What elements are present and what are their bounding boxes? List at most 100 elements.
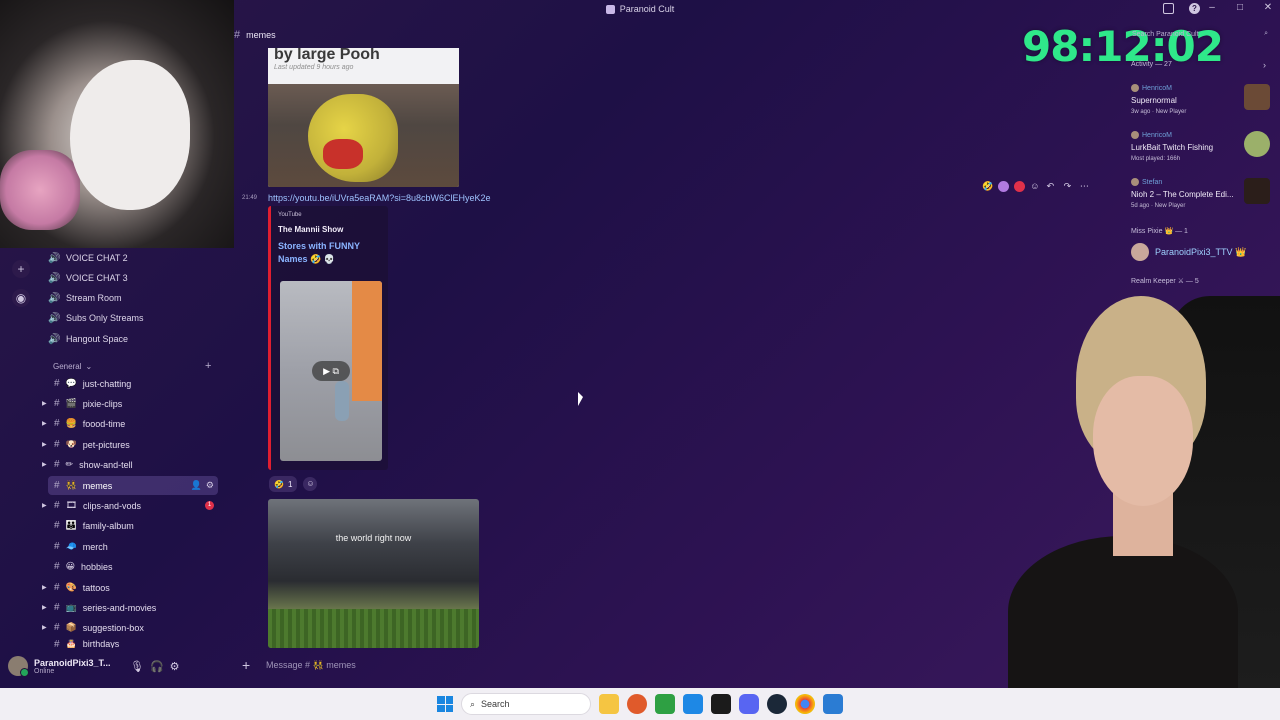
- embed-author[interactable]: The Mannii Show: [278, 225, 380, 234]
- red-heart-icon[interactable]: [1014, 180, 1026, 192]
- hash-icon: #: [54, 439, 60, 450]
- xbox-icon[interactable]: [655, 694, 675, 714]
- notepad-icon[interactable]: [823, 694, 843, 714]
- caret-icon: ▶: [42, 503, 47, 509]
- gear-icon[interactable]: ⚙: [206, 480, 214, 491]
- voice-channel-1[interactable]: 🔊 VOICE CHAT 2: [48, 248, 128, 268]
- user-panel: ParanoidPixi3_T... Online 🎙 🎧 ⚙: [8, 652, 228, 680]
- app-icon[interactable]: [683, 694, 703, 714]
- file-explorer-icon[interactable]: [599, 694, 619, 714]
- role-header: Miss Pixie 👑 — 1: [1131, 228, 1188, 235]
- channel-family-album[interactable]: # 👪 family-album: [48, 516, 218, 535]
- voice-channel-3[interactable]: 🔊 Stream Room: [48, 288, 122, 308]
- message-link[interactable]: https://youtu.be/iUVra5eaRAM?si=8u8cbW6C…: [268, 193, 491, 203]
- channel-pet-pictures[interactable]: ▶ # 🐶 pet-pictures: [42, 435, 218, 454]
- caret-icon: ▶: [42, 585, 47, 591]
- voice-channel-2[interactable]: 🔊 VOICE CHAT 3: [48, 268, 128, 288]
- meme-image[interactable]: the world right now: [268, 499, 479, 648]
- channel-show-and-tell[interactable]: ▶ # ✏ show-and-tell: [42, 455, 218, 474]
- channel-clips-and-vods[interactable]: ▶ # 🎞 clips-and-vods 1: [42, 496, 218, 515]
- channel-merch[interactable]: # 🧢 merch: [48, 537, 218, 556]
- taskbar-search[interactable]: ⌕ Search: [461, 693, 591, 715]
- activity-card[interactable]: HenricoM Supernormal 3w ago · New Player: [1128, 84, 1274, 126]
- article-embed[interactable]: by large Pooh Last updated 9 hours ago: [268, 48, 459, 187]
- add-channel-icon[interactable]: +: [205, 360, 211, 372]
- steam-icon[interactable]: [767, 694, 787, 714]
- user-status: Online: [34, 667, 55, 675]
- meme-caption: the world right now: [335, 533, 412, 543]
- username[interactable]: ParanoidPixi3_T...: [34, 658, 120, 668]
- channel-hobbies[interactable]: # 😀 hobbies: [48, 557, 218, 576]
- category-general[interactable]: General ⌄: [53, 362, 92, 371]
- message-hover-toolbar: 🤣 ☺ ↶ ↷ ⋯: [976, 176, 1104, 196]
- article-updated: Last updated 9 hours ago: [274, 64, 354, 71]
- microphone-icon[interactable]: 🎙: [130, 660, 144, 673]
- composer-placeholder[interactable]: Message # 👯 memes: [266, 660, 356, 671]
- channel-just-chatting[interactable]: # 💬 just-chatting: [48, 374, 218, 393]
- channel-suggestion-box[interactable]: ▶ # 📦 suggestion-box: [42, 618, 218, 637]
- caret-icon: ▶: [42, 442, 47, 448]
- embed-title[interactable]: Stores with FUNNY Names 🤣 💀: [278, 240, 380, 266]
- play-icon[interactable]: ▶ ⧉: [312, 361, 350, 381]
- add-attachment-icon[interactable]: +: [242, 657, 256, 673]
- laugh-reaction-icon[interactable]: 🤣: [982, 181, 993, 192]
- caret-icon: ▶: [42, 462, 47, 468]
- more-icon[interactable]: ⋯: [1078, 181, 1090, 192]
- minimize-icon[interactable]: –: [1206, 2, 1218, 13]
- caret-icon: ▶: [42, 421, 47, 427]
- search-input[interactable]: Search Paranoid Cult ⌕: [1128, 27, 1272, 41]
- help-icon[interactable]: ?: [1189, 3, 1200, 14]
- member-item[interactable]: ParanoidPixi3_TTV 👑: [1131, 243, 1246, 261]
- chrome-icon[interactable]: [795, 694, 815, 714]
- voice-channel-5[interactable]: 🔊 Hangout Space: [48, 329, 128, 349]
- app-icon[interactable]: [627, 694, 647, 714]
- channel-birthdays[interactable]: # 🎂 birthdays: [48, 639, 218, 648]
- gear-icon[interactable]: ⚙: [170, 660, 180, 673]
- game-art: [1244, 178, 1270, 204]
- hash-icon: #: [54, 418, 60, 429]
- discord-icon[interactable]: [739, 694, 759, 714]
- reply-icon[interactable]: ↶: [1044, 181, 1056, 192]
- add-member-icon[interactable]: 👤: [191, 480, 202, 491]
- channel-foood-time[interactable]: ▶ # 🍔 foood-time: [42, 414, 218, 433]
- reaction-chip[interactable]: 🤣 1: [269, 476, 298, 492]
- caret-icon: ▶: [42, 401, 47, 407]
- activity-card[interactable]: HenricoM LurkBait Twitch Fishing Most pl…: [1128, 131, 1274, 173]
- role-header: Realm Keeper ⚔ — 5: [1131, 278, 1199, 285]
- avatar: [1131, 131, 1139, 139]
- add-reaction-icon[interactable]: ☺: [1030, 181, 1039, 191]
- activity-header: Activity — 27: [1131, 61, 1172, 68]
- hash-icon: #: [54, 378, 60, 389]
- add-reaction-icon[interactable]: ☺: [303, 477, 318, 491]
- voice-channel-4[interactable]: 🔊 Subs Only Streams: [48, 308, 144, 328]
- activity-card[interactable]: Stefan Nioh 2 – The Complete Edi... 5d a…: [1128, 178, 1274, 220]
- terminal-icon[interactable]: [711, 694, 731, 714]
- search-icon: ⌕: [1264, 30, 1268, 37]
- maximize-icon[interactable]: □: [1234, 2, 1246, 13]
- forward-icon[interactable]: ↷: [1061, 181, 1073, 192]
- speaker-icon: 🔊: [48, 333, 61, 345]
- avatar[interactable]: [8, 656, 29, 677]
- discover-icon[interactable]: ◉: [12, 289, 30, 307]
- close-icon[interactable]: ✕: [1262, 2, 1274, 13]
- video-thumbnail[interactable]: ▶ ⧉: [280, 281, 382, 461]
- channel-pixie-clips[interactable]: ▶ # 🎬 pixie-clips: [42, 394, 218, 413]
- chevron-down-icon: ⌄: [85, 362, 93, 371]
- discord-app: Paranoid Cult ? – □ ✕ # memes 98:12:02 +…: [0, 0, 1280, 688]
- start-icon[interactable]: [437, 696, 453, 712]
- channel-series-and-movies[interactable]: ▶ # 📺 series-and-movies: [42, 598, 218, 617]
- add-server-icon[interactable]: +: [12, 260, 30, 278]
- hash-icon: #: [54, 398, 60, 409]
- headphones-icon[interactable]: 🎧: [150, 660, 164, 673]
- webcam-pet: [0, 0, 234, 248]
- channel-tattoos[interactable]: ▶ # 🎨 tattoos: [42, 578, 218, 597]
- article-image: [268, 84, 459, 187]
- channel-memes[interactable]: # 👯 memes 👤 ⚙: [48, 476, 218, 495]
- webcam-streamer: [968, 296, 1280, 688]
- chevron-right-icon[interactable]: ›: [1263, 60, 1266, 70]
- inbox-icon[interactable]: [1163, 3, 1174, 14]
- hash-icon: #: [54, 541, 60, 552]
- hash-icon: #: [54, 520, 60, 531]
- mouse-cursor: [578, 392, 583, 406]
- purple-heart-icon[interactable]: [998, 180, 1010, 192]
